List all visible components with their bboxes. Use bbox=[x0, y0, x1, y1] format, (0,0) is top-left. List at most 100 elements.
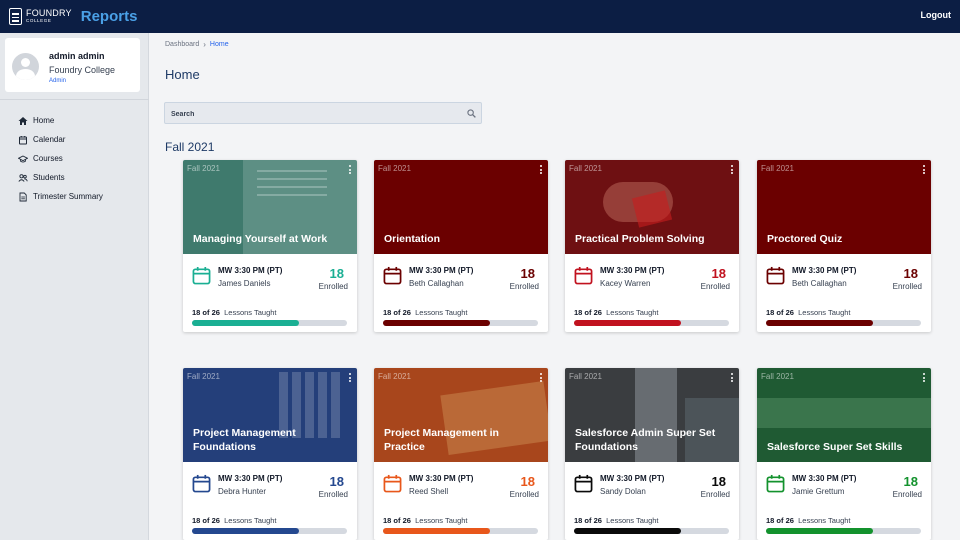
more-options-icon[interactable] bbox=[348, 373, 352, 384]
lessons-taught: 18 of 26 Lessons Taught bbox=[574, 308, 659, 317]
breadcrumb-dashboard-link[interactable]: Dashboard bbox=[165, 41, 199, 48]
course-cover-image[interactable]: Fall 2021 Project Management Foundations bbox=[183, 368, 357, 462]
lessons-label: Lessons Taught bbox=[224, 516, 277, 525]
course-title: Practical Problem Solving bbox=[575, 232, 705, 245]
course-cover-image[interactable]: Fall 2021 Salesforce Super Set Skills bbox=[757, 368, 931, 462]
course-cover-image[interactable]: Fall 2021 Project Management in Practice bbox=[374, 368, 548, 462]
profile-name: admin admin bbox=[49, 51, 105, 61]
calendar-icon bbox=[574, 474, 593, 493]
foundry-logo-icon bbox=[9, 8, 22, 25]
home-icon bbox=[18, 116, 28, 125]
course-instructor: Beth Callaghan bbox=[409, 279, 464, 288]
sidebar-item-label: Home bbox=[33, 116, 55, 125]
lessons-taught: 18 of 26 Lessons Taught bbox=[766, 308, 851, 317]
more-options-icon[interactable] bbox=[922, 165, 926, 176]
enrolled-label: Enrolled bbox=[509, 490, 539, 499]
course-instructor: Sandy Dolan bbox=[600, 487, 646, 496]
document-icon bbox=[19, 192, 27, 201]
calendar-icon bbox=[192, 474, 211, 493]
course-title: Managing Yourself at Work bbox=[193, 232, 328, 245]
lessons-count: 18 of 26 bbox=[766, 516, 794, 525]
enrolled-count: 18 bbox=[711, 266, 726, 281]
foundry-logo[interactable]: FOUNDRY COLLEGE bbox=[9, 8, 72, 25]
lessons-progress-fill bbox=[766, 320, 874, 326]
more-options-icon[interactable] bbox=[539, 165, 543, 176]
lessons-label: Lessons Taught bbox=[798, 516, 851, 525]
profile-organization: Foundry College bbox=[49, 65, 116, 75]
sidebar-item-courses[interactable]: Courses bbox=[18, 149, 103, 168]
course-schedule: MW 3:30 PM (PT) bbox=[792, 266, 857, 275]
course-card[interactable]: Fall 2021 Proctored Quiz MW 3:30 PM (PT)… bbox=[757, 160, 931, 332]
course-cover-image[interactable]: Fall 2021 Managing Yourself at Work bbox=[183, 160, 357, 254]
sidebar-item-home[interactable]: Home bbox=[18, 111, 103, 130]
lessons-count: 18 of 26 bbox=[192, 308, 220, 317]
more-options-icon[interactable] bbox=[539, 373, 543, 384]
lessons-progress-fill bbox=[574, 528, 682, 534]
avatar bbox=[12, 53, 39, 80]
course-cover-image[interactable]: Fall 2021 Practical Problem Solving bbox=[565, 160, 739, 254]
more-options-icon[interactable] bbox=[730, 373, 734, 384]
calendar-icon bbox=[383, 474, 402, 493]
course-title: Project Management Foundations bbox=[193, 427, 296, 453]
sidebar: admin admin Foundry College Admin Home C… bbox=[0, 33, 149, 540]
lessons-progress-bar bbox=[574, 320, 729, 326]
course-title: Project Management in Practice bbox=[384, 427, 499, 453]
lessons-taught: 18 of 26 Lessons Taught bbox=[192, 516, 277, 525]
course-cover-image[interactable]: Fall 2021 Proctored Quiz bbox=[757, 160, 931, 254]
lessons-label: Lessons Taught bbox=[415, 308, 468, 317]
search-input[interactable] bbox=[165, 104, 455, 125]
profile-role: Admin bbox=[49, 78, 67, 84]
course-schedule: MW 3:30 PM (PT) bbox=[409, 266, 474, 275]
course-cover-image[interactable]: Fall 2021 Salesforce Admin Super Set Fou… bbox=[565, 368, 739, 462]
enrolled-count: 18 bbox=[903, 266, 918, 281]
course-card[interactable]: Fall 2021 Managing Yourself at Work MW 3… bbox=[183, 160, 357, 332]
course-card[interactable]: Fall 2021 Practical Problem Solving MW 3… bbox=[565, 160, 739, 332]
calendar-icon bbox=[766, 266, 785, 285]
sidebar-divider bbox=[0, 99, 149, 100]
enrolled-label: Enrolled bbox=[892, 282, 922, 291]
breadcrumb-current: Home bbox=[209, 41, 229, 48]
sidebar-item-students[interactable]: Students bbox=[18, 168, 103, 187]
profile-card: admin admin Foundry College Admin bbox=[5, 38, 140, 92]
search-icon[interactable] bbox=[467, 109, 476, 118]
lessons-taught: 18 of 26 Lessons Taught bbox=[192, 308, 277, 317]
users-icon bbox=[18, 173, 28, 182]
course-instructor: Reed Shell bbox=[409, 487, 449, 496]
brand-wordmark: FOUNDRY COLLEGE bbox=[26, 9, 72, 24]
course-term: Fall 2021 bbox=[187, 372, 220, 381]
graduation-cap-icon bbox=[18, 154, 28, 162]
sidebar-item-label: Courses bbox=[33, 154, 63, 163]
logout-button[interactable]: Logout bbox=[921, 10, 952, 20]
lessons-progress-bar bbox=[192, 528, 347, 534]
course-card[interactable]: Fall 2021 Salesforce Admin Super Set Fou… bbox=[565, 368, 739, 540]
lessons-progress-fill bbox=[383, 528, 491, 534]
course-card[interactable]: Fall 2021 Project Management Foundations… bbox=[183, 368, 357, 540]
sidebar-item-trimester-summary[interactable]: Trimester Summary bbox=[18, 187, 103, 206]
lessons-progress-bar bbox=[766, 528, 921, 534]
course-schedule: MW 3:30 PM (PT) bbox=[409, 474, 474, 483]
course-card[interactable]: Fall 2021 Project Management in Practice… bbox=[374, 368, 548, 540]
course-card[interactable]: Fall 2021 Orientation MW 3:30 PM (PT) Be… bbox=[374, 160, 548, 332]
course-card[interactable]: Fall 2021 Salesforce Super Set Skills MW… bbox=[757, 368, 931, 540]
app-title: Reports bbox=[80, 8, 138, 25]
course-schedule: MW 3:30 PM (PT) bbox=[600, 474, 665, 483]
more-options-icon[interactable] bbox=[348, 165, 352, 176]
course-schedule: MW 3:30 PM (PT) bbox=[792, 474, 857, 483]
course-title: Salesforce Super Set Skills bbox=[767, 440, 903, 453]
enrolled-label: Enrolled bbox=[318, 490, 348, 499]
course-term: Fall 2021 bbox=[761, 164, 794, 173]
calendar-icon bbox=[192, 266, 211, 285]
lessons-progress-fill bbox=[192, 528, 300, 534]
more-options-icon[interactable] bbox=[730, 165, 734, 176]
breadcrumb: Dashboard › Home bbox=[165, 40, 229, 49]
course-cover-image[interactable]: Fall 2021 Orientation bbox=[374, 160, 548, 254]
more-options-icon[interactable] bbox=[922, 373, 926, 384]
sidebar-item-calendar[interactable]: Calendar bbox=[18, 130, 103, 149]
course-instructor: Kacey Warren bbox=[600, 279, 651, 288]
lessons-progress-fill bbox=[192, 320, 300, 326]
course-term: Fall 2021 bbox=[569, 372, 602, 381]
sidebar-item-label: Trimester Summary bbox=[33, 192, 103, 201]
lessons-count: 18 of 26 bbox=[192, 516, 220, 525]
course-instructor: James Daniels bbox=[218, 279, 271, 288]
brand-subtitle: COLLEGE bbox=[26, 18, 52, 24]
